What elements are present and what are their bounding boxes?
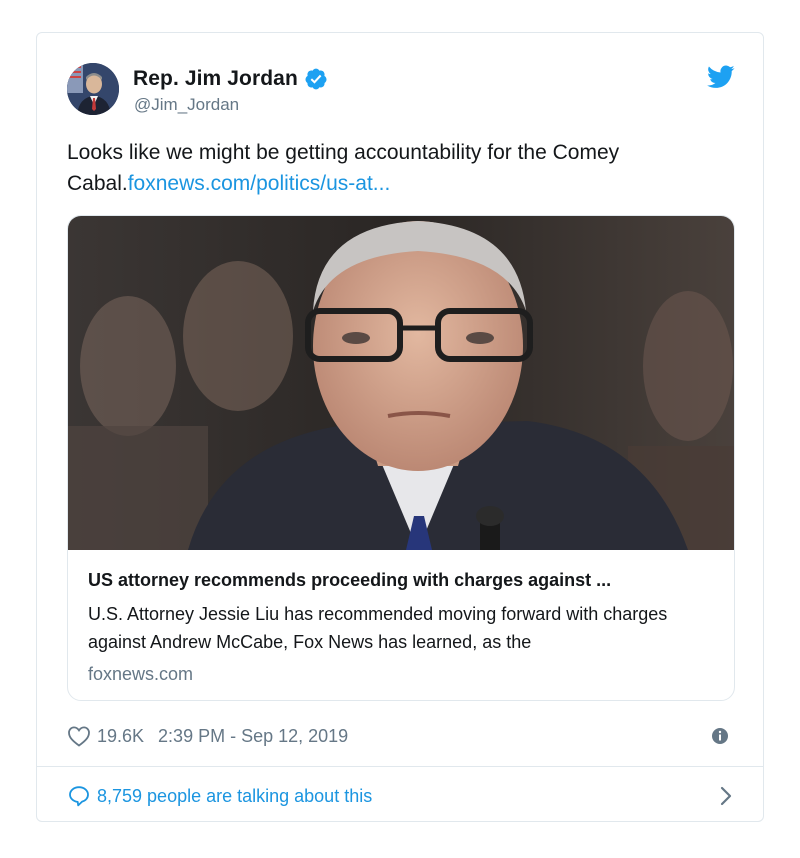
like-count[interactable]: 19.6K [97,726,144,747]
talking-count[interactable]: 8,759 people are talking about this [97,786,372,807]
heart-icon[interactable] [67,725,91,747]
card-title[interactable]: US attorney recommends proceeding with c… [88,568,716,592]
author-handle[interactable]: @Jim_Jordan [134,95,239,115]
author-name-row[interactable]: Rep. Jim Jordan [133,67,328,91]
link-preview-card[interactable]: US attorney recommends proceeding with c… [67,215,735,701]
card-domain[interactable]: foxnews.com [88,664,716,685]
tweet-timestamp[interactable]: 2:39 PM - Sep 12, 2019 [158,726,348,747]
footer-divider [37,766,763,767]
tweet-embed: Rep. Jim Jordan @Jim_Jordan Looks like w… [36,32,764,822]
avatar-image [67,63,119,115]
info-icon[interactable] [711,727,729,745]
reply-bubble-icon [69,786,89,807]
author-avatar[interactable] [67,63,119,115]
chevron-right-icon [720,786,732,806]
author-display-name[interactable]: Rep. Jim Jordan [133,67,298,91]
verified-badge-icon [305,68,327,90]
card-photo [68,216,734,550]
card-body: US attorney recommends proceeding with c… [68,550,734,700]
tweet-link[interactable]: foxnews.com/politics/us-at... [128,172,391,195]
tweet-text: Looks like we might be getting accountab… [67,137,727,199]
twitter-bird-icon[interactable] [707,65,735,89]
tweet-meta: 19.6K 2:39 PM - Sep 12, 2019 [67,725,348,747]
card-description: U.S. Attorney Jessie Liu has recommended… [88,604,668,652]
conversation-link[interactable]: 8,759 people are talking about this [67,781,733,811]
